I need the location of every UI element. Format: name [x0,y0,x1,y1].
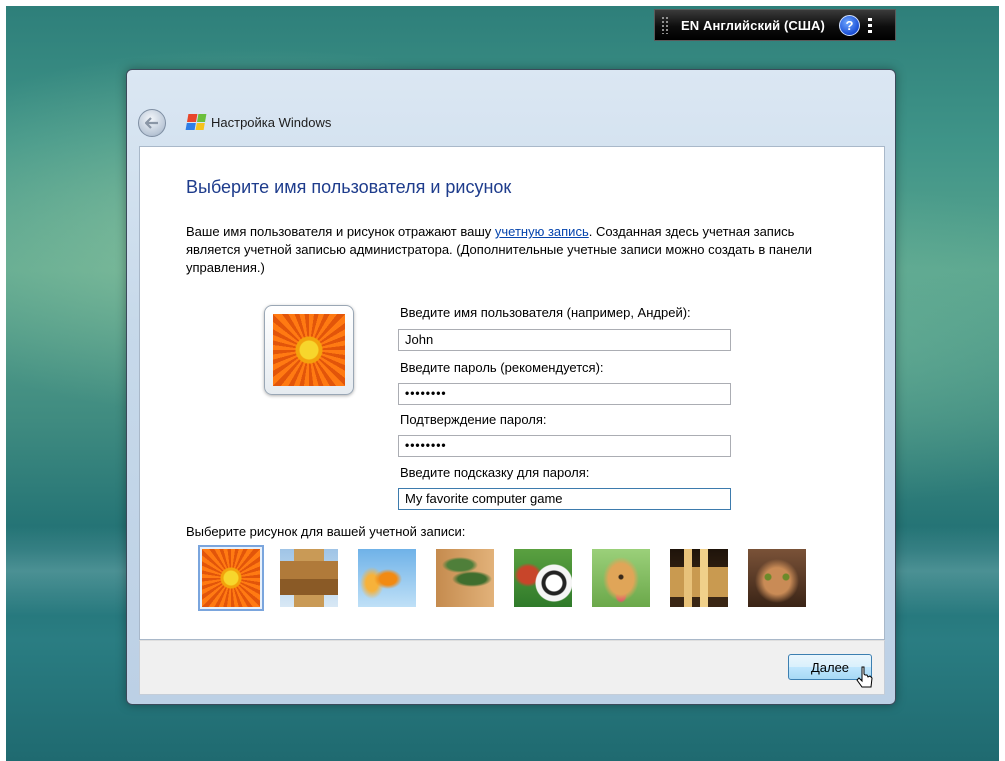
robot-picture [280,549,338,607]
back-button[interactable] [138,109,166,137]
goldfish-picture [358,549,416,607]
picture-soccer-ball[interactable] [510,545,576,611]
picture-flower[interactable] [198,545,264,611]
language-label[interactable]: EN Английский (США) [681,18,825,33]
username-label: Введите имя пользователя (например, Андр… [400,305,691,320]
description: Ваше имя пользователя и рисунок отражают… [186,223,846,277]
windows-logo-icon [185,114,207,130]
back-arrow-icon [145,117,158,129]
picture-goldfish[interactable] [354,545,420,611]
window-title: Настройка Windows [211,115,332,130]
kitten-picture [748,549,806,607]
chess-picture [670,549,728,607]
flower-picture [202,549,260,607]
language-bar[interactable]: EN Английский (США) ? [654,9,896,41]
password-label: Введите пароль (рекомендуется): [400,360,604,375]
help-icon[interactable]: ? [838,14,860,36]
puppy-picture [592,549,650,607]
pictures-label: Выберите рисунок для вашей учетной запис… [186,524,466,539]
picture-robot[interactable] [276,545,342,611]
picture-kitten[interactable] [744,545,810,611]
picture-bonsai[interactable] [432,545,498,611]
mouse-cursor-icon [856,666,873,688]
title-bar: Настройка Windows [127,70,895,146]
confirm-password-input[interactable]: •••••••• [398,435,731,457]
bonsai-picture [436,549,494,607]
selected-picture-preview [264,305,354,395]
picture-puppy[interactable] [588,545,654,611]
options-menu-icon[interactable] [867,17,874,33]
password-hint-label: Введите подсказку для пароля: [400,465,590,480]
grip-handle-icon[interactable] [661,16,669,34]
setup-window: Настройка Windows Выберите имя пользоват… [126,69,896,705]
page-title: Выберите имя пользователя и рисунок [186,177,512,197]
confirm-password-label: Подтверждение пароля: [400,412,547,427]
account-link[interactable]: учетную запись [495,224,589,239]
picture-chess[interactable] [666,545,732,611]
password-input[interactable]: •••••••• [398,383,731,405]
footer-bar: Далее [139,640,885,695]
password-hint-input[interactable]: My favorite computer game [398,488,731,510]
content-area: Выберите имя пользователя и рисунок Ваше… [139,146,885,640]
soccer-ball-picture [514,549,572,607]
username-input[interactable]: John [398,329,731,351]
description-text: Ваше имя пользователя и рисунок отражают… [186,224,495,239]
flower-picture [273,314,345,386]
